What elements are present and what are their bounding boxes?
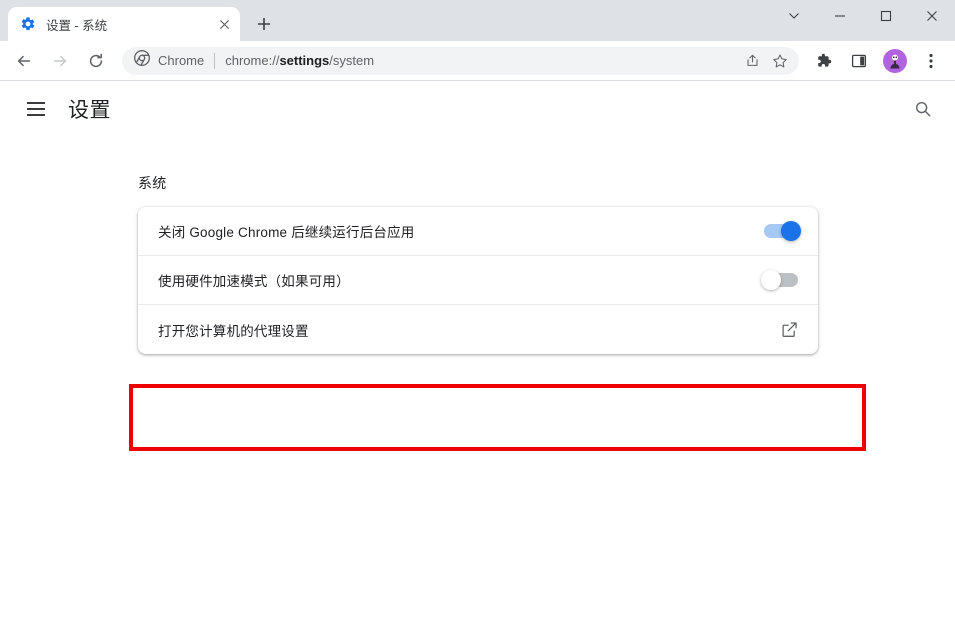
browser-toolbar: Chrome chrome://settings/system bbox=[0, 41, 955, 81]
setting-row-proxy-settings[interactable]: 打开您计算机的代理设置 bbox=[138, 305, 818, 354]
annotation-highlight-box bbox=[129, 384, 866, 451]
search-icon[interactable] bbox=[907, 93, 939, 125]
tab-search-button[interactable] bbox=[771, 0, 817, 32]
new-tab-button[interactable] bbox=[250, 10, 278, 38]
omnibox-actions bbox=[737, 48, 793, 74]
puzzle-icon[interactable] bbox=[807, 45, 839, 77]
toggle-knob bbox=[781, 221, 801, 241]
back-arrow-icon[interactable] bbox=[8, 45, 40, 77]
browser-tab[interactable]: 设置 - 系统 bbox=[8, 7, 240, 41]
reload-icon[interactable] bbox=[80, 45, 112, 77]
url-bold-segment: settings bbox=[279, 53, 330, 68]
section-heading: 系统 bbox=[138, 175, 167, 191]
settings-header: 设置 bbox=[0, 81, 955, 137]
three-dot-menu-icon[interactable] bbox=[915, 45, 947, 77]
external-link-icon[interactable] bbox=[780, 321, 798, 339]
forward-arrow-icon bbox=[44, 45, 76, 77]
minimize-button[interactable] bbox=[817, 0, 863, 32]
chrome-badge: Chrome bbox=[134, 50, 204, 71]
chrome-logo-icon bbox=[134, 50, 150, 71]
maximize-button[interactable] bbox=[863, 0, 909, 32]
tab-title: 设置 - 系统 bbox=[46, 18, 108, 33]
settings-content: 系统 关闭 Google Chrome 后继续运行后台应用 使用硬件加速模式（如… bbox=[0, 137, 955, 354]
setting-row-background-apps[interactable]: 关闭 Google Chrome 后继续运行后台应用 bbox=[138, 207, 818, 256]
hamburger-menu-icon[interactable] bbox=[16, 89, 56, 129]
window-controls bbox=[771, 0, 955, 32]
page-title: 设置 bbox=[68, 99, 111, 122]
setting-label: 关闭 Google Chrome 后继续运行后台应用 bbox=[158, 225, 415, 240]
settings-page: 设置 系统 关闭 Google Chrome 后继续运行后台应用 使用硬件加速模… bbox=[0, 81, 955, 642]
background-apps-toggle[interactable] bbox=[764, 221, 801, 241]
side-panel-icon[interactable] bbox=[843, 45, 875, 77]
star-icon[interactable] bbox=[767, 48, 793, 74]
omnibox-divider bbox=[214, 52, 216, 69]
share-icon[interactable] bbox=[739, 48, 765, 74]
profile-avatar-icon bbox=[883, 48, 907, 73]
address-bar[interactable]: Chrome chrome://settings/system bbox=[122, 46, 799, 75]
setting-label: 打开您计算机的代理设置 bbox=[158, 323, 309, 339]
tab-strip: 设置 - 系统 bbox=[0, 0, 955, 41]
toggle-knob bbox=[761, 270, 781, 290]
url-text: chrome://settings/system bbox=[225, 53, 737, 68]
close-window-button[interactable] bbox=[909, 0, 955, 32]
hardware-acceleration-toggle[interactable] bbox=[761, 270, 798, 290]
chrome-label: Chrome bbox=[158, 53, 205, 68]
setting-label: 使用硬件加速模式（如果可用） bbox=[158, 274, 350, 289]
settings-card: 关闭 Google Chrome 后继续运行后台应用 使用硬件加速模式（如果可用… bbox=[138, 207, 818, 354]
url-suffix: /system bbox=[329, 53, 375, 68]
setting-row-hardware-acceleration[interactable]: 使用硬件加速模式（如果可用） bbox=[138, 256, 818, 305]
url-prefix: chrome:// bbox=[225, 53, 280, 68]
avatar[interactable] bbox=[879, 45, 911, 77]
close-icon[interactable] bbox=[216, 16, 232, 32]
gear-icon bbox=[20, 16, 36, 32]
